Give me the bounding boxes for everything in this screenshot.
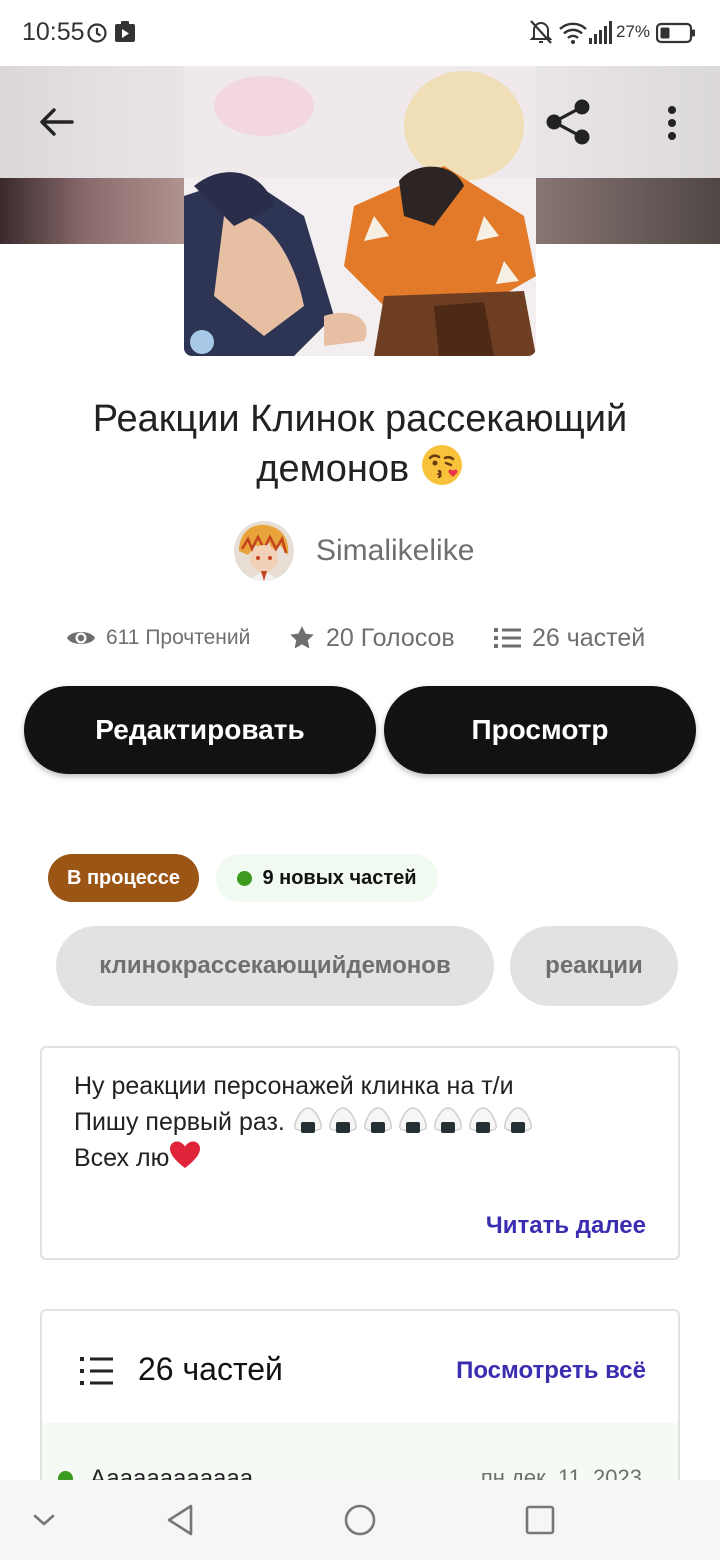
status-badge: В процессе — [48, 854, 199, 902]
chevron-down-icon — [33, 1514, 55, 1526]
triangle-back-icon — [167, 1504, 193, 1536]
system-navigation-bar — [0, 1480, 720, 1560]
battery-icon — [655, 22, 696, 49]
collapse-nav-button[interactable] — [24, 1500, 64, 1540]
description-line: Ну реакции персонажей клинка на т/и — [74, 1072, 514, 1100]
author-row[interactable]: Simalikelike — [234, 520, 474, 582]
table-of-contents-icon — [80, 1355, 114, 1392]
view-all-parts-link[interactable]: Посмотреть всё — [456, 1357, 646, 1385]
home-nav-button[interactable] — [336, 1496, 384, 1544]
new-indicator-dot — [237, 870, 253, 886]
parts-stat: 26 частей — [494, 618, 645, 658]
new-parts-badge: 9 новых частей — [216, 854, 438, 902]
arrow-left-icon — [40, 108, 74, 136]
parts-section: 26 частей Посмотреть всё Аааааааааааа пн… — [40, 1309, 680, 1509]
share-button[interactable] — [538, 92, 598, 152]
reads-stat: 611 Прочтений — [66, 618, 250, 658]
votes-stat: 20 Голосов — [288, 618, 455, 658]
clipboard-icon — [114, 18, 136, 51]
story-cover-image — [184, 66, 536, 356]
wifi-icon — [558, 18, 588, 51]
author-name[interactable]: Simalikelike — [316, 534, 474, 568]
onigiri-emoji-icons — [292, 1107, 537, 1136]
parts-count-title: 26 частей — [138, 1351, 283, 1387]
list-icon — [494, 628, 521, 648]
story-stats: 611 Прочтений 20 Голосов 26 частей — [0, 618, 720, 658]
more-vertical-icon — [668, 106, 676, 140]
tag-chip[interactable]: клинокрассекающийдемонов — [56, 926, 494, 1006]
circle-home-icon — [344, 1504, 376, 1536]
star-icon — [290, 626, 314, 649]
eye-icon — [67, 632, 95, 644]
edit-button[interactable]: Редактировать — [24, 686, 376, 774]
tag-chip[interactable]: реакции — [510, 926, 678, 1006]
signal-icon — [588, 18, 614, 51]
share-icon — [546, 99, 590, 145]
avatar[interactable] — [234, 521, 294, 581]
alarm-icon — [86, 18, 108, 51]
battery-percent: 27% — [616, 22, 651, 41]
read-more-link[interactable]: Читать далее — [486, 1212, 646, 1240]
status-bar: 10:55 27% — [0, 0, 720, 66]
story-title: Реакции Клинок рассекающий демонов — [40, 395, 680, 499]
story-description: Ну реакции персонажей клинка на т/и Пишу… — [40, 1046, 680, 1260]
kissing-face-emoji-icon — [420, 443, 464, 499]
description-line: Пишу первый раз. — [74, 1104, 537, 1140]
preview-button[interactable]: Просмотр — [384, 686, 696, 774]
square-recents-icon — [525, 1505, 555, 1535]
description-line: Всех лю — [74, 1140, 537, 1176]
status-time: 10:55 — [22, 18, 85, 46]
mute-bell-icon — [528, 18, 554, 51]
red-heart-icon — [170, 1141, 201, 1168]
more-options-button[interactable] — [650, 96, 694, 150]
recents-nav-button[interactable] — [516, 1496, 564, 1544]
back-button[interactable] — [28, 98, 84, 146]
back-nav-button[interactable] — [156, 1496, 204, 1544]
